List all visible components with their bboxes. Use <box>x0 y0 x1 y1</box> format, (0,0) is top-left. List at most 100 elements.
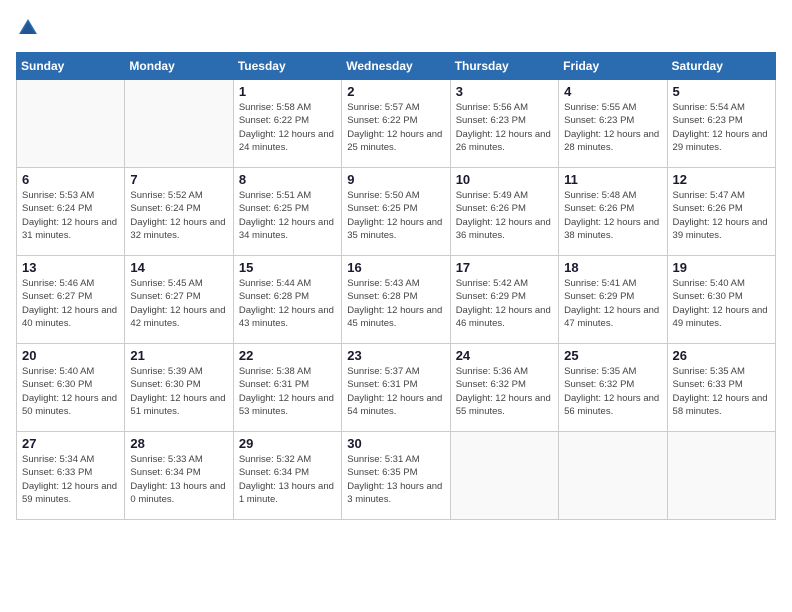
calendar-cell-w5-d2: 28 Sunrise: 5:33 AM Sunset: 6:34 PM Dayli… <box>125 432 233 520</box>
day-detail: Sunrise: 5:39 AM Sunset: 6:30 PM Dayligh… <box>130 365 227 418</box>
logo <box>16 16 44 40</box>
day-detail: Sunrise: 5:35 AM Sunset: 6:32 PM Dayligh… <box>564 365 661 418</box>
calendar-cell-w3-d1: 13 Sunrise: 5:46 AM Sunset: 6:27 PM Dayli… <box>17 256 125 344</box>
calendar-cell-w2-d4: 9 Sunrise: 5:50 AM Sunset: 6:25 PM Daylig… <box>342 168 450 256</box>
day-number: 18 <box>564 260 661 275</box>
calendar-cell-w5-d1: 27 Sunrise: 5:34 AM Sunset: 6:33 PM Dayli… <box>17 432 125 520</box>
day-detail: Sunrise: 5:54 AM Sunset: 6:23 PM Dayligh… <box>673 101 770 154</box>
calendar-cell-w3-d4: 16Sunrise: 5:43 AM Sunset: 6:28 PM Dayli… <box>342 256 450 344</box>
calendar-cell-w3-d6: 18 Sunrise: 5:41 AM Sunset: 6:29 PM Dayli… <box>559 256 667 344</box>
day-number: 10 <box>456 172 553 187</box>
day-number: 15 <box>239 260 336 275</box>
header <box>16 16 776 40</box>
weekday-header-cell: Thursday <box>450 53 558 80</box>
day-number: 20 <box>22 348 119 363</box>
calendar-table: SundayMondayTuesdayWednesdayThursdayFrid… <box>16 52 776 520</box>
day-number: 12 <box>673 172 770 187</box>
calendar-cell-w5-d3: 29 Sunrise: 5:32 AM Sunset: 6:34 PM Dayli… <box>233 432 341 520</box>
day-detail: Sunrise: 5:48 AM Sunset: 6:26 PM Dayligh… <box>564 189 661 242</box>
calendar-cell-w5-d5 <box>450 432 558 520</box>
day-detail: Sunrise: 5:43 AM Sunset: 6:28 PM Dayligh… <box>347 277 444 330</box>
day-detail: Sunrise: 5:38 AM Sunset: 6:31 PM Dayligh… <box>239 365 336 418</box>
calendar-cell-w1-d1 <box>17 80 125 168</box>
day-detail: Sunrise: 5:40 AM Sunset: 6:30 PM Dayligh… <box>22 365 119 418</box>
day-detail: Sunrise: 5:44 AM Sunset: 6:28 PM Dayligh… <box>239 277 336 330</box>
day-number: 21 <box>130 348 227 363</box>
day-number: 30 <box>347 436 444 451</box>
day-number: 24 <box>456 348 553 363</box>
day-number: 28 <box>130 436 227 451</box>
day-number: 22 <box>239 348 336 363</box>
day-detail: Sunrise: 5:42 AM Sunset: 6:29 PM Dayligh… <box>456 277 553 330</box>
calendar-cell-w3-d3: 15 Sunrise: 5:44 AM Sunset: 6:28 PM Dayli… <box>233 256 341 344</box>
day-detail: Sunrise: 5:56 AM Sunset: 6:23 PM Dayligh… <box>456 101 553 154</box>
calendar-cell-w3-d5: 17Sunrise: 5:42 AM Sunset: 6:29 PM Dayli… <box>450 256 558 344</box>
day-number: 8 <box>239 172 336 187</box>
day-detail: Sunrise: 5:32 AM Sunset: 6:34 PM Dayligh… <box>239 453 336 506</box>
day-number: 2 <box>347 84 444 99</box>
day-detail: Sunrise: 5:31 AM Sunset: 6:35 PM Dayligh… <box>347 453 444 506</box>
week-row-1: 1 Sunrise: 5:58 AM Sunset: 6:22 PM Daylig… <box>17 80 776 168</box>
day-number: 9 <box>347 172 444 187</box>
week-row-4: 20 Sunrise: 5:40 AM Sunset: 6:30 PM Dayli… <box>17 344 776 432</box>
calendar-cell-w2-d1: 6Sunrise: 5:53 AM Sunset: 6:24 PM Daylig… <box>17 168 125 256</box>
calendar-cell-w3-d7: 19 Sunrise: 5:40 AM Sunset: 6:30 PM Dayli… <box>667 256 775 344</box>
calendar-cell-w4-d6: 25 Sunrise: 5:35 AM Sunset: 6:32 PM Dayli… <box>559 344 667 432</box>
day-detail: Sunrise: 5:35 AM Sunset: 6:33 PM Dayligh… <box>673 365 770 418</box>
day-detail: Sunrise: 5:53 AM Sunset: 6:24 PM Dayligh… <box>22 189 119 242</box>
calendar-cell-w4-d3: 22 Sunrise: 5:38 AM Sunset: 6:31 PM Dayli… <box>233 344 341 432</box>
week-row-2: 6Sunrise: 5:53 AM Sunset: 6:24 PM Daylig… <box>17 168 776 256</box>
day-number: 26 <box>673 348 770 363</box>
day-number: 19 <box>673 260 770 275</box>
weekday-header-row: SundayMondayTuesdayWednesdayThursdayFrid… <box>17 53 776 80</box>
day-detail: Sunrise: 5:33 AM Sunset: 6:34 PM Dayligh… <box>130 453 227 506</box>
calendar-cell-w5-d7 <box>667 432 775 520</box>
day-number: 29 <box>239 436 336 451</box>
weekday-header-cell: Sunday <box>17 53 125 80</box>
day-number: 27 <box>22 436 119 451</box>
day-detail: Sunrise: 5:52 AM Sunset: 6:24 PM Dayligh… <box>130 189 227 242</box>
day-detail: Sunrise: 5:40 AM Sunset: 6:30 PM Dayligh… <box>673 277 770 330</box>
day-detail: Sunrise: 5:41 AM Sunset: 6:29 PM Dayligh… <box>564 277 661 330</box>
day-number: 11 <box>564 172 661 187</box>
calendar-cell-w2-d7: 12 Sunrise: 5:47 AM Sunset: 6:26 PM Dayli… <box>667 168 775 256</box>
calendar-cell-w2-d5: 10 Sunrise: 5:49 AM Sunset: 6:26 PM Dayli… <box>450 168 558 256</box>
day-detail: Sunrise: 5:58 AM Sunset: 6:22 PM Dayligh… <box>239 101 336 154</box>
weekday-header-cell: Saturday <box>667 53 775 80</box>
day-number: 14 <box>130 260 227 275</box>
calendar-cell-w1-d3: 1 Sunrise: 5:58 AM Sunset: 6:22 PM Daylig… <box>233 80 341 168</box>
day-number: 7 <box>130 172 227 187</box>
day-number: 25 <box>564 348 661 363</box>
weekday-header-cell: Wednesday <box>342 53 450 80</box>
calendar-cell-w2-d3: 8 Sunrise: 5:51 AM Sunset: 6:25 PM Daylig… <box>233 168 341 256</box>
day-number: 1 <box>239 84 336 99</box>
day-number: 5 <box>673 84 770 99</box>
day-detail: Sunrise: 5:49 AM Sunset: 6:26 PM Dayligh… <box>456 189 553 242</box>
day-detail: Sunrise: 5:37 AM Sunset: 6:31 PM Dayligh… <box>347 365 444 418</box>
day-detail: Sunrise: 5:45 AM Sunset: 6:27 PM Dayligh… <box>130 277 227 330</box>
day-number: 13 <box>22 260 119 275</box>
calendar-cell-w2-d2: 7 Sunrise: 5:52 AM Sunset: 6:24 PM Daylig… <box>125 168 233 256</box>
day-detail: Sunrise: 5:57 AM Sunset: 6:22 PM Dayligh… <box>347 101 444 154</box>
day-detail: Sunrise: 5:50 AM Sunset: 6:25 PM Dayligh… <box>347 189 444 242</box>
calendar-cell-w1-d5: 3 Sunrise: 5:56 AM Sunset: 6:23 PM Daylig… <box>450 80 558 168</box>
weekday-header-cell: Tuesday <box>233 53 341 80</box>
calendar-cell-w4-d7: 26 Sunrise: 5:35 AM Sunset: 6:33 PM Dayli… <box>667 344 775 432</box>
calendar-cell-w1-d6: 4Sunrise: 5:55 AM Sunset: 6:23 PM Daylig… <box>559 80 667 168</box>
day-detail: Sunrise: 5:34 AM Sunset: 6:33 PM Dayligh… <box>22 453 119 506</box>
day-detail: Sunrise: 5:46 AM Sunset: 6:27 PM Dayligh… <box>22 277 119 330</box>
calendar-cell-w4-d1: 20 Sunrise: 5:40 AM Sunset: 6:30 PM Dayli… <box>17 344 125 432</box>
weekday-header-cell: Friday <box>559 53 667 80</box>
day-number: 3 <box>456 84 553 99</box>
day-number: 23 <box>347 348 444 363</box>
day-detail: Sunrise: 5:36 AM Sunset: 6:32 PM Dayligh… <box>456 365 553 418</box>
calendar-cell-w4-d2: 21 Sunrise: 5:39 AM Sunset: 6:30 PM Dayli… <box>125 344 233 432</box>
calendar-cell-w4-d4: 23 Sunrise: 5:37 AM Sunset: 6:31 PM Dayli… <box>342 344 450 432</box>
calendar-cell-w3-d2: 14 Sunrise: 5:45 AM Sunset: 6:27 PM Dayli… <box>125 256 233 344</box>
day-number: 4 <box>564 84 661 99</box>
day-detail: Sunrise: 5:51 AM Sunset: 6:25 PM Dayligh… <box>239 189 336 242</box>
day-detail: Sunrise: 5:47 AM Sunset: 6:26 PM Dayligh… <box>673 189 770 242</box>
calendar-cell-w5-d6 <box>559 432 667 520</box>
calendar-cell-w4-d5: 24 Sunrise: 5:36 AM Sunset: 6:32 PM Dayli… <box>450 344 558 432</box>
calendar-cell-w2-d6: 11 Sunrise: 5:48 AM Sunset: 6:26 PM Dayli… <box>559 168 667 256</box>
